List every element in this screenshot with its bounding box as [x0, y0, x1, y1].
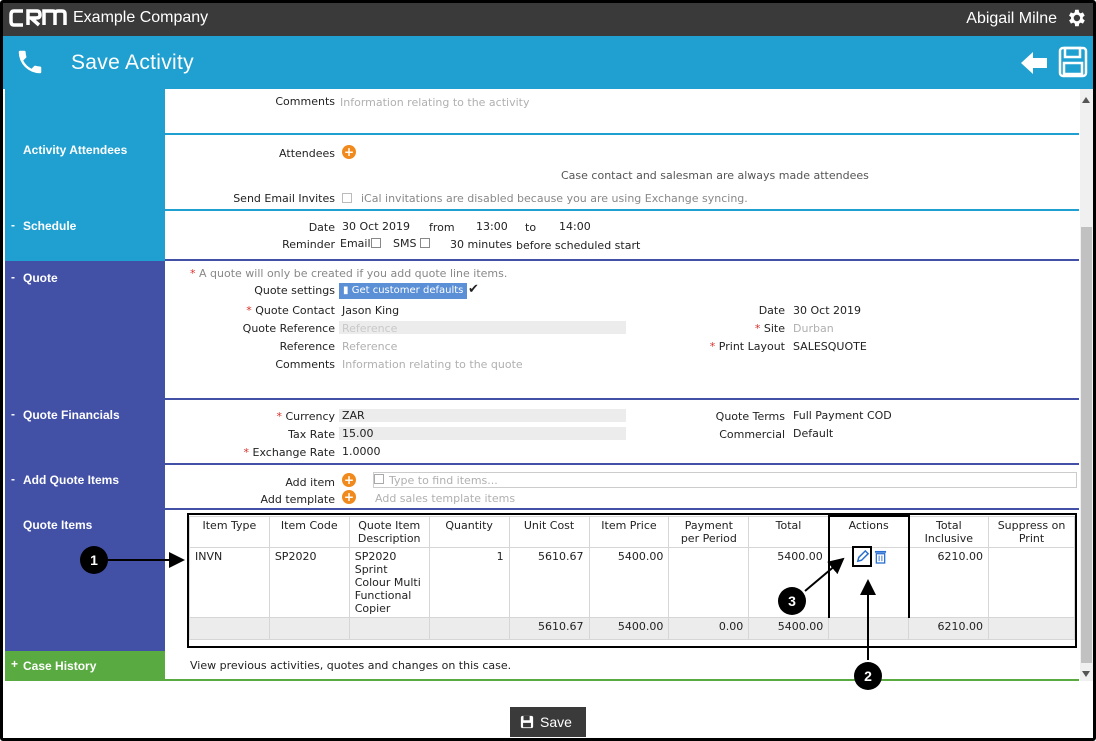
top-bar: Example Company Abigail Milne	[3, 3, 1093, 36]
scroll-up-arrow[interactable]	[1082, 97, 1090, 103]
save-button-label: Save	[540, 714, 572, 730]
app-window: Example Company Abigail Milne Save Activ…	[0, 0, 1096, 741]
back-arrow-icon[interactable]	[1019, 48, 1049, 78]
callout-3: 3	[778, 587, 806, 615]
scroll-thumb[interactable]	[1081, 227, 1092, 663]
phone-icon	[18, 50, 42, 74]
vertical-scrollbar[interactable]	[1080, 89, 1093, 681]
company-name: Example Company	[73, 9, 209, 26]
annotation-arrows	[108, 552, 876, 660]
page-title: Save Activity	[71, 51, 194, 74]
user-name[interactable]: Abigail Milne	[966, 10, 1057, 28]
save-icon[interactable]	[1058, 46, 1088, 78]
save-button[interactable]: Save	[510, 707, 586, 737]
scroll-down-arrow[interactable]	[1082, 671, 1090, 677]
callout-2: 2	[854, 662, 882, 690]
footer-bar: Save	[3, 681, 1093, 738]
crm-logo	[9, 9, 67, 27]
title-bar: Save Activity	[3, 36, 1093, 89]
form-content: Comments Information relating to the act…	[5, 89, 1079, 681]
gear-icon[interactable]	[1065, 7, 1087, 29]
callout-1: 1	[80, 546, 108, 574]
save-icon	[520, 715, 534, 729]
